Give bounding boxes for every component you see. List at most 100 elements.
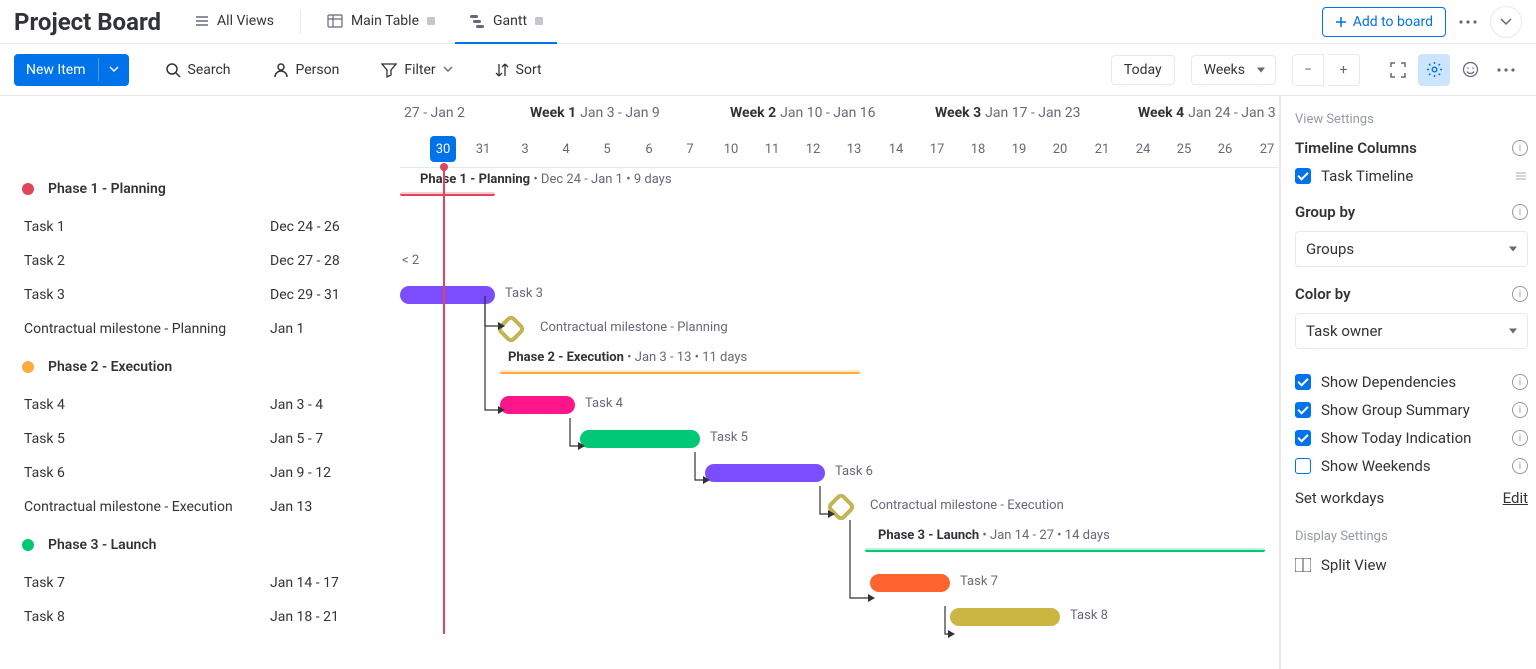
info-icon[interactable]: i — [1512, 204, 1528, 220]
handle-icon[interactable] — [1514, 169, 1528, 183]
add-to-board-button[interactable]: Add to board — [1322, 7, 1446, 37]
view-settings-title: View Settings — [1295, 112, 1528, 127]
color-by-select[interactable]: Task owner — [1295, 313, 1528, 349]
day-label: 10 — [718, 136, 744, 162]
view-settings-panel: View Settings Timeline Columns i Task Ti… — [1280, 96, 1536, 669]
task-range: Dec 27 - 28 — [270, 253, 400, 269]
edit-workdays-link[interactable]: Edit — [1503, 489, 1528, 507]
task-bar[interactable] — [870, 574, 950, 592]
task-bar[interactable] — [500, 396, 575, 414]
group-row[interactable]: Phase 1 - Planning — [0, 168, 400, 210]
checkbox-icon[interactable] — [1295, 458, 1311, 474]
collapse-button[interactable] — [1490, 6, 1522, 38]
filter-icon — [381, 62, 397, 78]
milestone-label: Contractual milestone - Planning — [540, 320, 728, 335]
search-button[interactable]: Search — [155, 56, 241, 84]
task-row[interactable]: Task 2Dec 27 - 28 — [0, 244, 400, 278]
search-icon — [165, 62, 181, 78]
setting-show-today[interactable]: Show Today Indicationi — [1295, 429, 1528, 447]
zoom-out-button[interactable]: − — [1292, 54, 1324, 86]
dependency-arrow-icon — [578, 442, 585, 450]
info-icon[interactable]: i — [1512, 402, 1528, 418]
checkbox-icon[interactable] — [1295, 168, 1311, 184]
all-views-button[interactable]: All Views — [181, 0, 288, 44]
settings-button[interactable] — [1418, 54, 1450, 86]
checkbox-icon[interactable] — [1295, 430, 1311, 446]
gantt-row — [400, 210, 1279, 244]
day-label: 18 — [965, 136, 991, 162]
new-item-button[interactable]: New Item — [14, 54, 129, 86]
task-row[interactable]: Task 4Jan 3 - 4 — [0, 388, 400, 422]
new-item-dropdown[interactable] — [98, 58, 129, 81]
task-row[interactable]: Task 1Dec 24 - 26 — [0, 210, 400, 244]
gantt-row: Contractual milestone - Planning — [400, 312, 1279, 346]
task-row[interactable]: Task 7Jan 14 - 17 — [0, 566, 400, 600]
plus-icon: + — [1340, 62, 1348, 78]
task-row[interactable]: Task 6Jan 9 - 12 — [0, 456, 400, 490]
fullscreen-button[interactable] — [1382, 54, 1414, 86]
setting-show-deps[interactable]: Show Dependenciesi — [1295, 373, 1528, 391]
setting-split-view[interactable]: Split View — [1295, 556, 1528, 574]
task-range: Jan 5 - 7 — [270, 431, 400, 447]
task-name: Contractual milestone - Planning — [22, 321, 270, 337]
sort-button[interactable]: Sort — [485, 56, 552, 84]
gantt-row: Task 5 — [400, 422, 1279, 456]
filter-button[interactable]: Filter — [371, 56, 462, 84]
day-label: 27 — [1254, 136, 1280, 162]
person-filter-button[interactable]: Person — [263, 56, 350, 84]
group-row[interactable]: Phase 3 - Launch — [0, 524, 400, 566]
group-color-dot — [22, 183, 34, 195]
info-icon[interactable]: i — [1512, 140, 1528, 156]
info-icon[interactable]: i — [1512, 458, 1528, 474]
task-range: Jan 3 - 4 — [270, 397, 400, 413]
scale-select[interactable]: Weeks — [1191, 55, 1276, 85]
tab-gantt[interactable]: Gantt — [455, 0, 557, 44]
day-label: 4 — [553, 136, 579, 162]
checkbox-icon[interactable] — [1295, 374, 1311, 390]
task-bar[interactable] — [400, 286, 495, 304]
hamburger-icon — [195, 14, 209, 28]
gantt-body[interactable]: Phase 1 - Planning • Dec 24 - Jan 1 • 9 … — [400, 168, 1279, 634]
more-button[interactable] — [1490, 54, 1522, 86]
task-row[interactable]: Task 5Jan 5 - 7 — [0, 422, 400, 456]
day-label: 13 — [841, 136, 867, 162]
task-bar[interactable] — [705, 464, 825, 482]
info-icon[interactable]: i — [1512, 430, 1528, 446]
day-label: 7 — [677, 136, 703, 162]
info-icon[interactable]: i — [1512, 374, 1528, 390]
dependency-arrow-icon — [948, 630, 955, 638]
today-button[interactable]: Today — [1111, 55, 1175, 85]
smile-icon — [1462, 61, 1479, 78]
gantt-row: < 2 — [400, 244, 1279, 278]
checkbox-icon[interactable] — [1295, 402, 1311, 418]
task-row[interactable]: Task 3Dec 29 - 31 — [0, 278, 400, 312]
group-name: Phase 2 - Execution — [48, 359, 172, 375]
gantt-panel[interactable]: 27 - Jan 2 Week 1 Jan 3 - Jan 9Week 2 Ja… — [400, 96, 1280, 669]
week-label: Week 2 Jan 10 - Jan 16 — [730, 96, 876, 130]
task-bar-label: Task 4 — [585, 396, 623, 411]
table-icon — [327, 13, 343, 29]
task-row[interactable]: Task 8Jan 18 - 21 — [0, 600, 400, 634]
info-icon[interactable]: i — [1512, 286, 1528, 302]
task-name: Task 3 — [22, 287, 270, 303]
tab-main-table[interactable]: Main Table — [313, 0, 449, 44]
setting-show-summary[interactable]: Show Group Summaryi — [1295, 401, 1528, 419]
zoom-in-button[interactable]: + — [1328, 54, 1360, 86]
task-range: Jan 13 — [270, 499, 400, 515]
summary-bar[interactable] — [400, 192, 495, 196]
summary-bar[interactable] — [500, 370, 860, 374]
more-menu-button[interactable] — [1452, 6, 1484, 38]
day-label: 30 — [430, 136, 456, 162]
setting-task-timeline[interactable]: Task Timeline — [1295, 167, 1528, 185]
group-row[interactable]: Phase 2 - Execution — [0, 346, 400, 388]
task-bar[interactable] — [580, 430, 700, 448]
group-by-select[interactable]: Groups — [1295, 231, 1528, 267]
main-area: Phase 1 - PlanningTask 1Dec 24 - 26Task … — [0, 96, 1536, 669]
task-bar[interactable] — [950, 608, 1060, 626]
summary-bar[interactable] — [865, 548, 1265, 552]
task-row[interactable]: Contractual milestone - ExecutionJan 13 — [0, 490, 400, 524]
setting-show-weekends[interactable]: Show Weekendsi — [1295, 457, 1528, 475]
task-row[interactable]: Contractual milestone - PlanningJan 1 — [0, 312, 400, 346]
day-label: 5 — [594, 136, 620, 162]
feedback-button[interactable] — [1454, 54, 1486, 86]
